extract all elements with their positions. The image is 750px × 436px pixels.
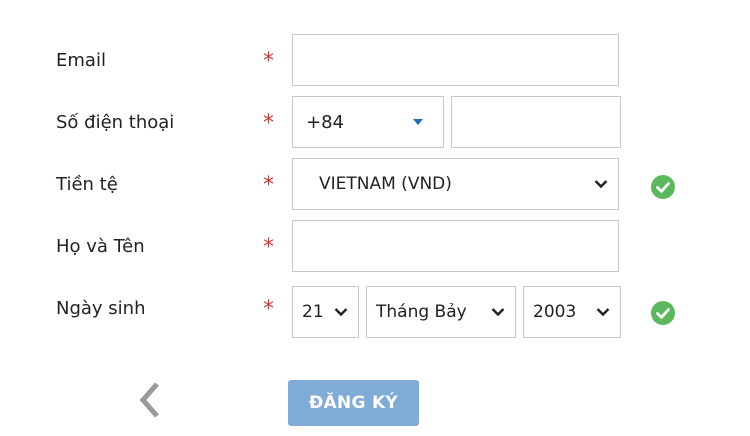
chevron-down-icon bbox=[491, 308, 505, 317]
check-circle-icon bbox=[651, 175, 675, 199]
birthday-required-marker: * bbox=[263, 297, 274, 322]
currency-select[interactable]: VIETNAM (VND) bbox=[292, 158, 619, 210]
full-name-label: Họ và Tên bbox=[56, 236, 145, 257]
birth-day-select[interactable]: 21 bbox=[292, 286, 359, 338]
phone-number-input[interactable] bbox=[451, 96, 621, 148]
check-circle-icon bbox=[651, 301, 675, 325]
full-name-required-marker: * bbox=[263, 235, 274, 260]
birth-month-value: Tháng Bảy bbox=[376, 302, 467, 322]
birthday-label: Ngày sinh bbox=[56, 298, 146, 319]
phone-label: Số điện thoại bbox=[56, 112, 175, 133]
full-name-input[interactable] bbox=[292, 220, 619, 272]
chevron-down-icon bbox=[594, 180, 608, 189]
back-chevron-left-icon[interactable] bbox=[135, 380, 167, 420]
caret-down-icon bbox=[413, 119, 423, 125]
currency-label: Tiền tệ bbox=[56, 174, 118, 195]
birth-month-select[interactable]: Tháng Bảy bbox=[366, 286, 516, 338]
birth-year-select[interactable]: 2003 bbox=[523, 286, 621, 338]
birth-day-value: 21 bbox=[302, 302, 324, 322]
currency-value: VIETNAM (VND) bbox=[319, 174, 452, 194]
country-code-select[interactable]: +84 bbox=[292, 96, 444, 148]
birth-year-value: 2003 bbox=[533, 302, 577, 322]
phone-required-marker: * bbox=[263, 111, 274, 136]
email-required-marker: * bbox=[263, 49, 274, 74]
register-button[interactable]: ĐĂNG KÝ bbox=[288, 380, 419, 426]
email-input[interactable] bbox=[292, 34, 619, 86]
chevron-down-icon bbox=[334, 308, 348, 317]
country-code-value: +84 bbox=[306, 111, 344, 133]
chevron-down-icon bbox=[596, 308, 610, 317]
currency-required-marker: * bbox=[263, 173, 274, 198]
email-label: Email bbox=[56, 50, 106, 71]
